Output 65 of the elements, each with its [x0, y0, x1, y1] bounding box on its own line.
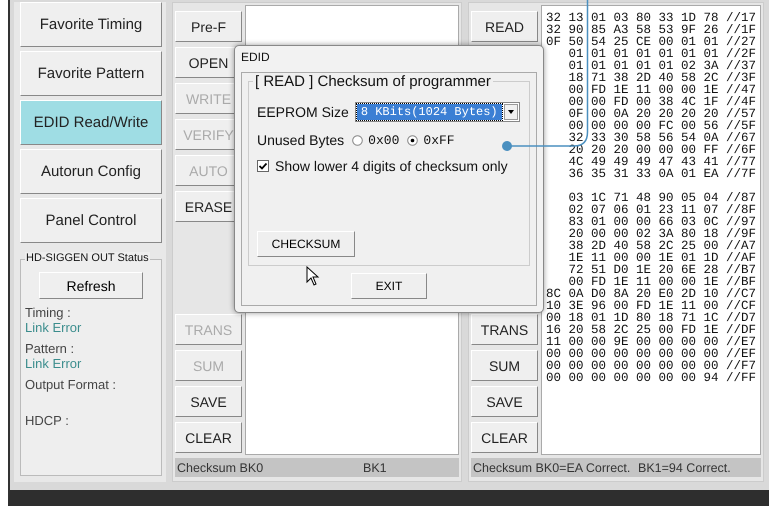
- action-button[interactable]: TRANS: [471, 314, 538, 345]
- checkbox-option[interactable]: Show lower 4 digits of checksum only: [257, 158, 525, 174]
- hex-line: 00 FD 1E 11 00 00 1E //BF: [568, 275, 756, 289]
- refresh-button[interactable]: Refresh: [39, 272, 143, 299]
- action-button[interactable]: SAVE: [175, 386, 242, 417]
- hex-line: 00 00 00 00 FC 00 56 //5F: [568, 119, 756, 133]
- status-value: Link Error: [25, 320, 82, 335]
- group-title: [ READ ] Checksum of programmer: [253, 73, 493, 90]
- status-text: BK1: [363, 460, 387, 474]
- hex-line: 00 00 FD 00 38 4C 1F //4F: [568, 95, 756, 109]
- sidebar-button[interactable]: Favorite Pattern: [20, 51, 162, 96]
- action-button[interactable]: CLEAR: [175, 422, 242, 453]
- hex-line: 00 00 00 00 00 00 00 00 //EF: [546, 347, 756, 361]
- eeprom-size-dropdown[interactable]: 8 KBits(1024 Bytes): [354, 102, 520, 122]
- action-button[interactable]: READ: [471, 11, 538, 42]
- hex-line: 02 07 06 01 23 11 07 //8F: [568, 203, 756, 217]
- hex-line: 8C 0A D0 8A 20 E0 2D 10 //C7: [546, 287, 756, 301]
- hex-line: 00 00 00 00 00 00 00 94 //FF: [546, 371, 756, 385]
- group-title: HD-SIGGEN OUT Status: [25, 252, 150, 264]
- status-text: Checksum BK0=EA Correct.: [472, 460, 632, 474]
- exit-button[interactable]: EXIT: [351, 273, 427, 299]
- hex-line: 4C 49 49 49 47 43 41 //77: [568, 155, 756, 169]
- action-button[interactable]: CLEAR: [471, 422, 538, 453]
- cursor-icon: [306, 266, 320, 286]
- unused-bytes-label: Unused Bytes: [257, 132, 344, 148]
- hex-line: 18 71 38 2D 40 58 2C //3F: [568, 71, 756, 85]
- status-value: Link Error: [25, 356, 82, 371]
- status-text: Checksum BK0: [176, 460, 264, 474]
- status-text: BK1=94 Correct.: [638, 460, 731, 474]
- hex-line: 01 01 01 01 01 02 3A //37: [568, 59, 756, 73]
- sidebar-button[interactable]: EDID Read/Write: [20, 100, 162, 145]
- hex-line: 11 00 00 9E 00 00 00 00 //E7: [546, 335, 756, 349]
- hex-line: 32 13 01 03 80 33 1D 78 //17: [546, 11, 756, 25]
- hex-line: 32 33 30 58 56 54 0A //67: [568, 131, 756, 145]
- sidebar-button[interactable]: Favorite Timing: [20, 2, 162, 47]
- hex-line: 20 00 00 02 3A 80 18 //9F: [568, 227, 756, 241]
- hex-line: 1E 11 00 00 1E 01 1D //AF: [568, 251, 756, 265]
- dialog-title: EDID: [240, 49, 271, 66]
- hex-line: 0F 00 0A 20 20 20 20 //57: [568, 107, 756, 121]
- radio-option[interactable]: 0x00: [352, 132, 400, 148]
- sidebar-button[interactable]: Panel Control: [20, 198, 162, 243]
- hex-line: 10 3E 96 00 FD 1E 11 00 //CF: [546, 299, 756, 313]
- status-label: HDCP :: [25, 413, 70, 428]
- hex-line: 0F 50 54 25 CE 00 01 01 //27: [546, 35, 756, 49]
- action-button[interactable]: Pre-F: [175, 11, 242, 42]
- hex-line: 72 51 D0 1E 20 6E 28 //B7: [568, 263, 756, 277]
- hex-line: 36 35 31 33 0A 01 EA //7F: [568, 167, 756, 181]
- action-button[interactable]: SAVE: [471, 386, 538, 417]
- status-label: Pattern :: [25, 341, 76, 356]
- hex-line: 00 FD 1E 11 00 00 1E //47: [568, 83, 756, 97]
- hex-line: 00 18 01 1D 80 18 71 1C //D7: [546, 311, 756, 325]
- status-label: Output Format :: [25, 377, 118, 392]
- hex-line: 32 90 85 A3 58 53 9F 26 //1F: [546, 23, 756, 37]
- action-button[interactable]: SUM: [471, 350, 538, 381]
- hex-line: 38 2D 40 58 2C 25 00 //A7: [568, 239, 756, 253]
- eeprom-size-label: EEPROM Size: [257, 104, 349, 120]
- hex-line: 01 01 01 01 01 01 01 //2F: [568, 47, 756, 61]
- hex-line: 03 1C 71 48 90 05 04 //87: [568, 191, 756, 205]
- sidebar-button[interactable]: Autorun Config: [20, 149, 162, 194]
- status-label: Timing :: [25, 305, 72, 320]
- checksum-button[interactable]: CHECKSUM: [257, 231, 355, 257]
- radio-option[interactable]: 0xFF: [407, 132, 455, 148]
- hex-line: 00 00 00 00 00 00 00 00 //F7: [546, 359, 756, 373]
- hex-line: 16 20 58 2C 25 00 FD 1E //DF: [546, 323, 756, 337]
- hex-line: 83 01 00 00 66 03 0C //97: [568, 215, 756, 229]
